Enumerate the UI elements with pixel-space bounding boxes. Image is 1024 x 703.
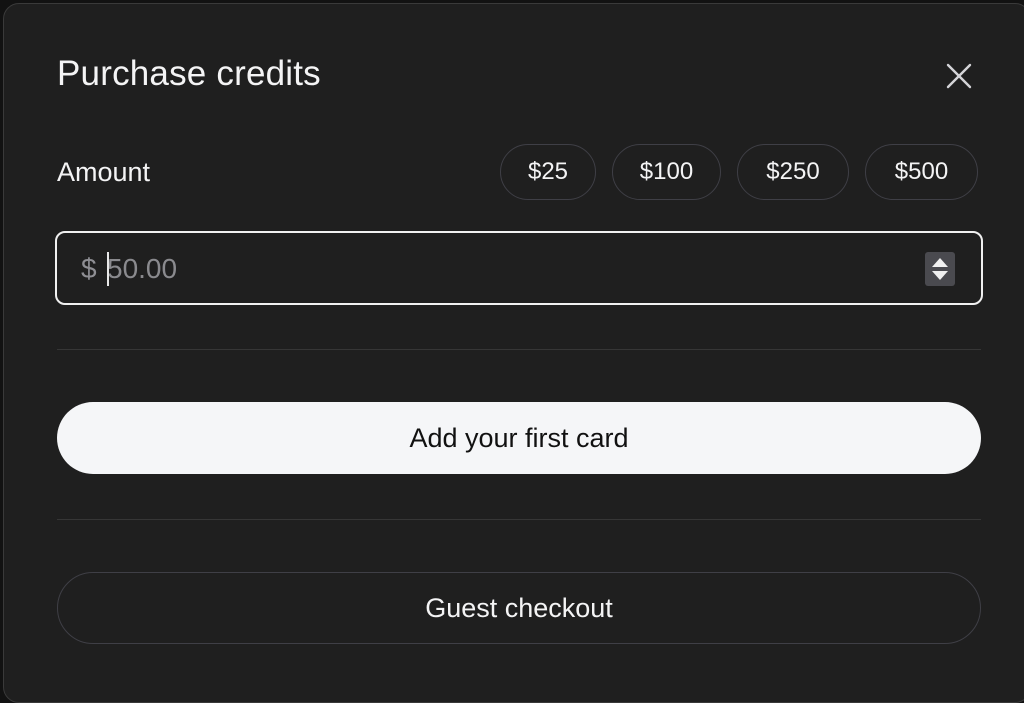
purchase-credits-modal: Purchase credits Amount $25 $100 $250 $5… [3, 3, 1024, 703]
preset-250-button[interactable]: $250 [737, 144, 849, 200]
modal-title: Purchase credits [57, 54, 321, 93]
stepper-up-icon[interactable] [932, 258, 948, 267]
divider [57, 349, 981, 350]
guest-checkout-button[interactable]: Guest checkout [57, 572, 981, 644]
preset-25-button[interactable]: $25 [500, 144, 596, 200]
add-first-card-button[interactable]: Add your first card [57, 402, 981, 474]
amount-stepper[interactable] [925, 252, 955, 286]
currency-symbol: $ [81, 253, 97, 284]
text-cursor [107, 252, 109, 286]
close-icon [946, 63, 972, 89]
amount-label: Amount [57, 157, 151, 187]
preset-500-button[interactable]: $500 [865, 144, 978, 200]
amount-input[interactable] [107, 247, 907, 291]
divider [57, 519, 981, 520]
preset-100-button[interactable]: $100 [612, 144, 721, 200]
amount-field[interactable]: $ [55, 231, 983, 305]
stepper-down-icon[interactable] [932, 271, 948, 280]
close-button[interactable] [938, 55, 980, 97]
